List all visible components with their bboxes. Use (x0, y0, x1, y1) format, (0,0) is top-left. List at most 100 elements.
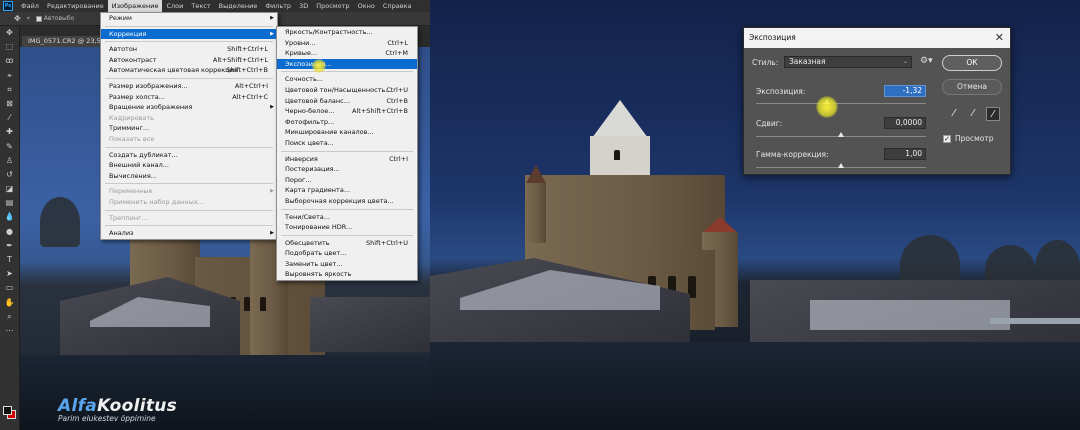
preview-checkbox[interactable]: ✓ (943, 135, 951, 143)
adjustments-menu-item[interactable]: Сочность... (277, 74, 417, 85)
menu-item-label: Инверсия (285, 154, 318, 163)
menu-layers[interactable]: Слои (162, 0, 187, 12)
stamp-tool-icon[interactable]: ♙ (0, 154, 19, 168)
auto-select-checkbox[interactable] (35, 15, 42, 22)
blur-tool-icon[interactable]: 💧 (0, 210, 19, 224)
menu-item-label: Тонирование HDR... (285, 223, 353, 232)
eyedropper-tool-icon[interactable]: ⁄ (0, 111, 19, 125)
image-menu-item[interactable]: Вращение изображения ▶ (101, 102, 277, 113)
image-menu-item[interactable]: Внешний канал... (101, 160, 277, 171)
menu-item-label: Автоматическая цветовая коррекция (109, 66, 238, 75)
menu-image[interactable]: Изображение (107, 0, 163, 12)
river (430, 342, 1080, 430)
lasso-tool-icon[interactable]: ꝏ (0, 54, 19, 68)
image-menu-item[interactable]: Размер холста... Alt+Ctrl+C (101, 92, 277, 103)
exposure-slider-track[interactable] (756, 103, 926, 104)
image-menu-item[interactable]: Коррекция ▶ (101, 28, 277, 40)
adjustments-menu-item[interactable]: Цветовой баланс... Ctrl+B (277, 96, 417, 107)
adjustments-menu-item[interactable]: Инверсия Ctrl+I (277, 154, 417, 165)
menu-item-label: Размер изображения... (109, 81, 188, 90)
adjustments-menu-item[interactable]: Карта градиента... (277, 185, 417, 196)
ok-button[interactable]: ОК (942, 55, 1002, 71)
adjustments-menu-item[interactable]: Яркость/Контрастность... (277, 27, 417, 38)
image-menu-item[interactable]: Автоконтраст Alt+Shift+Ctrl+L (101, 55, 277, 66)
preset-select[interactable]: Заказная ⌄ (784, 56, 912, 68)
image-menu-item[interactable]: Автотон Shift+Ctrl+L (101, 44, 277, 55)
adjustments-menu-item[interactable]: Подобрать цвет... (277, 248, 417, 259)
menu-item-label: Автотон (109, 45, 138, 54)
dodge-tool-icon[interactable]: ● (0, 225, 19, 239)
gamma-input[interactable]: 1,00 (884, 148, 926, 160)
move-tool-icon[interactable]: ✥ (14, 14, 21, 23)
gear-icon[interactable]: ⚙▾ (920, 56, 933, 66)
cancel-button[interactable]: Отмена (942, 79, 1002, 95)
offset-input[interactable]: 0,0000 (884, 117, 926, 129)
type-tool-icon[interactable]: T (0, 253, 19, 267)
brand-part-b: Koolitus (97, 396, 178, 416)
menu-file[interactable]: Файл (17, 0, 43, 12)
healing-brush-tool-icon[interactable]: ✚ (0, 125, 19, 139)
adjustments-menu-item[interactable]: Поиск цвета... (277, 138, 417, 149)
black-eyedropper-icon[interactable]: ⁄ (947, 107, 961, 121)
image-menu-item: Применить набор данных... (101, 197, 277, 208)
frame-tool-icon[interactable]: ⊠ (0, 97, 19, 111)
menu-help[interactable]: Справка (379, 0, 416, 12)
offset-slider-thumb[interactable] (838, 132, 844, 137)
adjustments-menu-item[interactable]: Выборочная коррекция цвета... (277, 196, 417, 207)
adjustments-menu-item[interactable]: Порог... (277, 175, 417, 186)
adjustments-menu-item[interactable]: Обесцветить Shift+Ctrl+U (277, 238, 417, 249)
menu-select[interactable]: Выделение (215, 0, 262, 12)
close-icon[interactable]: ✕ (995, 28, 1004, 48)
zoom-tool-icon[interactable]: ⌕ (0, 310, 19, 324)
move-tool-icon[interactable]: ✥ (0, 26, 19, 40)
adjustments-menu-item[interactable]: Фотофильтр... (277, 117, 417, 128)
adjustments-menu-item[interactable]: Уровни... Ctrl+L (277, 38, 417, 49)
pen-tool-icon[interactable]: ✒ (0, 239, 19, 253)
image-menu-item[interactable]: Анализ ▶ (101, 228, 277, 239)
image-menu-item[interactable]: Тримминг... (101, 123, 277, 134)
adjustments-menu-item[interactable]: Кривые... Ctrl+M (277, 48, 417, 59)
gradient-tool-icon[interactable]: ▤ (0, 196, 19, 210)
hand-tool-icon[interactable]: ✋ (0, 296, 19, 310)
history-brush-tool-icon[interactable]: ↺ (0, 168, 19, 182)
menu-edit[interactable]: Редактирование (43, 0, 108, 12)
menu-3d[interactable]: 3D (295, 0, 312, 12)
brush-tool-icon[interactable]: ✎ (0, 140, 19, 154)
menu-window[interactable]: Окно (354, 0, 379, 12)
adjustments-menu-item[interactable]: Тени/Света... (277, 212, 417, 223)
image-menu-item[interactable]: Вычисления... (101, 171, 277, 182)
adjustments-menu-item[interactable]: Экспозиция... (277, 58, 417, 70)
image-menu-item[interactable]: Создать дубликат... (101, 150, 277, 161)
white-eyedropper-icon[interactable]: ⁄ (986, 107, 1000, 121)
menu-filter[interactable]: Фильтр (261, 0, 295, 12)
quick-select-tool-icon[interactable]: ⌖ (0, 69, 19, 83)
adjustments-menu-item[interactable]: Выровнять яркость (277, 269, 417, 280)
more-tools-icon[interactable]: ⋯ (0, 324, 19, 338)
menu-text[interactable]: Текст (187, 0, 214, 12)
menu-item-shortcut: Alt+Ctrl+C (232, 92, 268, 101)
adjustments-menu-item[interactable]: Черно-белое... Alt+Shift+Ctrl+B (277, 106, 417, 117)
path-select-tool-icon[interactable]: ➤ (0, 267, 19, 281)
exposure-input[interactable]: -1,32 (884, 85, 926, 97)
image-menu-item[interactable]: Режим ▶ (101, 13, 277, 24)
foreground-color-swatch[interactable] (3, 406, 12, 415)
gamma-slider-thumb[interactable] (838, 163, 844, 168)
image-menu-item[interactable]: Размер изображения... Alt+Ctrl+I (101, 81, 277, 92)
adjustments-menu-item[interactable]: Микширование каналов... (277, 127, 417, 138)
menu-view[interactable]: Просмотр (312, 0, 353, 12)
crop-tool-icon[interactable]: ⌗ (0, 83, 19, 97)
marquee-tool-icon[interactable]: ⬚ (0, 40, 19, 54)
menu-item-label: Треппинг... (109, 213, 148, 222)
menu-item-label: Уровни... (285, 38, 316, 47)
menu-item-label: Цветовой тон/Насыщенность... (285, 85, 392, 94)
eraser-tool-icon[interactable]: ◪ (0, 182, 19, 196)
adjustments-menu-item[interactable]: Тонирование HDR... (277, 222, 417, 233)
image-menu-item[interactable]: Автоматическая цветовая коррекция Shift+C… (101, 65, 277, 76)
gray-eyedropper-icon[interactable]: ⁄ (966, 107, 980, 121)
chevron-down-icon[interactable]: ▾ (27, 15, 30, 22)
menu-separator (105, 183, 273, 185)
shape-tool-icon[interactable]: ▭ (0, 281, 19, 295)
adjustments-menu-item[interactable]: Цветовой тон/Насыщенность... Ctrl+U (277, 85, 417, 96)
adjustments-menu-item[interactable]: Заменить цвет... (277, 259, 417, 270)
adjustments-menu-item[interactable]: Постеризация... (277, 164, 417, 175)
